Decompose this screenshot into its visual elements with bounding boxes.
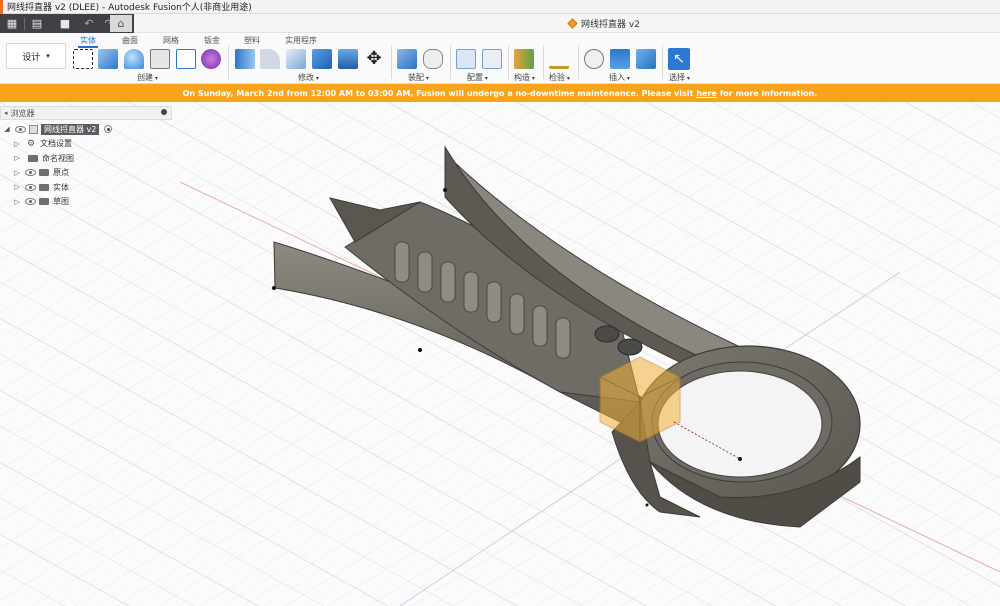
group-construct[interactable]: 构造 bbox=[514, 72, 535, 83]
insert-canvas-icon[interactable] bbox=[636, 49, 656, 69]
folder-icon bbox=[39, 169, 49, 177]
visibility-eye-icon[interactable] bbox=[25, 183, 36, 191]
notice-link[interactable]: here bbox=[696, 89, 717, 98]
insert-derive-icon[interactable] bbox=[584, 49, 604, 69]
group-modify[interactable]: 修改 bbox=[298, 72, 319, 83]
group-inspect[interactable]: 检验 bbox=[549, 72, 570, 83]
activate-radio-icon[interactable] bbox=[104, 125, 113, 134]
tab-mesh[interactable]: 网格 bbox=[163, 35, 179, 46]
tab-solid[interactable]: 实体 bbox=[78, 35, 98, 48]
separator bbox=[228, 45, 229, 79]
extrude-icon[interactable] bbox=[98, 49, 118, 69]
visibility-eye-icon[interactable] bbox=[25, 198, 36, 206]
file-icon[interactable]: ▤ bbox=[29, 16, 45, 32]
group-insert[interactable]: 插入 bbox=[609, 72, 630, 83]
chevron-down-icon: ▾ bbox=[46, 52, 50, 60]
tree-item-document-settings[interactable]: ▷ ⚙ 文档设置 bbox=[2, 137, 172, 152]
component-icon bbox=[567, 18, 578, 29]
fusion-logo-icon bbox=[0, 0, 3, 14]
document-tab-label: 网线捋直器 v2 bbox=[581, 20, 640, 30]
workspace-label: 设计 bbox=[22, 52, 41, 63]
fillet-icon[interactable] bbox=[260, 49, 280, 69]
visibility-eye-icon[interactable] bbox=[15, 125, 26, 133]
expand-triangle-icon[interactable]: ▷ bbox=[12, 140, 22, 148]
combine-icon[interactable] bbox=[338, 49, 358, 69]
window-title: 网线捋直器 v2 (DLEE) - Autodesk Fusion个人(非商业用… bbox=[7, 3, 252, 13]
tree-item-bodies[interactable]: ▷ 实体 bbox=[2, 180, 172, 195]
tree-item-sketches[interactable]: ▷ 草图 bbox=[2, 195, 172, 210]
folder-icon bbox=[39, 183, 49, 191]
tree-item-label: 命名视图 bbox=[42, 153, 74, 163]
tab-sheet-metal[interactable]: 钣金 bbox=[204, 35, 220, 46]
tab-surface[interactable]: 曲面 bbox=[122, 35, 138, 46]
tree-item-label: 文档设置 bbox=[40, 139, 72, 149]
pin-icon[interactable] bbox=[161, 109, 167, 115]
offset-plane-icon[interactable] bbox=[514, 49, 534, 69]
group-assemble[interactable]: 装配 bbox=[408, 72, 429, 83]
folder-icon bbox=[28, 154, 38, 162]
insert-mesh-icon[interactable] bbox=[610, 49, 630, 69]
group-create[interactable]: 创建 bbox=[137, 72, 158, 83]
document-tab[interactable]: 网线捋直器 v2 bbox=[567, 17, 640, 30]
expand-triangle-icon[interactable]: ▷ bbox=[12, 183, 22, 191]
title-bar: 网线捋直器 v2 (DLEE) - Autodesk Fusion个人(非商业用… bbox=[0, 0, 1000, 14]
folder-icon bbox=[39, 198, 49, 206]
select-cursor-icon[interactable]: ↖ bbox=[668, 48, 690, 70]
joint-icon[interactable] bbox=[423, 49, 443, 69]
configure-icon[interactable] bbox=[456, 49, 476, 69]
pattern-icon[interactable] bbox=[176, 49, 196, 69]
separator bbox=[543, 45, 544, 79]
separator bbox=[662, 45, 663, 79]
tree-root-label: 网线捋直器 v2 bbox=[41, 123, 100, 135]
expand-triangle-icon[interactable]: ▷ bbox=[12, 169, 22, 177]
notice-text-end: for more information. bbox=[719, 88, 818, 98]
tree-item-label: 实体 bbox=[53, 182, 69, 192]
move-icon[interactable]: ✥ bbox=[364, 49, 384, 69]
separator bbox=[508, 45, 509, 79]
tab-plastic[interactable]: 塑料 bbox=[244, 35, 260, 46]
separator bbox=[391, 45, 392, 79]
separator bbox=[450, 45, 451, 79]
create-sketch-icon[interactable] bbox=[73, 49, 93, 69]
measure-icon[interactable] bbox=[549, 55, 569, 69]
separator bbox=[578, 45, 579, 79]
tree-item-label: 原点 bbox=[53, 168, 69, 178]
press-pull-icon[interactable] bbox=[235, 49, 255, 69]
tab-utilities[interactable]: 实用程序 bbox=[285, 35, 317, 46]
group-configure[interactable]: 配置 bbox=[467, 72, 488, 83]
separator bbox=[24, 17, 25, 30]
browser-title: 浏览器 bbox=[10, 108, 35, 118]
grid-icon[interactable]: ▦ bbox=[4, 16, 20, 32]
revolve-icon[interactable] bbox=[124, 49, 144, 69]
expand-triangle-icon[interactable]: ◢ bbox=[2, 125, 12, 133]
collapse-icon[interactable]: ◂ bbox=[4, 109, 8, 117]
tree-item-label: 草图 bbox=[53, 197, 69, 207]
notice-text: On Sunday, March 2nd from 12:00 AM to 03… bbox=[182, 88, 694, 98]
chamfer-icon[interactable] bbox=[286, 49, 306, 69]
browser-tree: ◢ 网线捋直器 v2 ▷ ⚙ 文档设置 ▷ 命名视图 ▷ 原点 ▷ 实体 ▷ 草… bbox=[2, 122, 172, 209]
home-icon[interactable]: ⌂ bbox=[110, 15, 132, 32]
maintenance-notice: On Sunday, March 2nd from 12:00 AM to 03… bbox=[0, 84, 1000, 102]
configure-table-icon[interactable] bbox=[482, 49, 502, 69]
undo-icon[interactable]: ↶ bbox=[81, 16, 97, 32]
visibility-eye-icon[interactable] bbox=[25, 169, 36, 177]
form-icon[interactable] bbox=[201, 49, 221, 69]
new-component-icon[interactable] bbox=[397, 49, 417, 69]
workspace-switcher[interactable]: 设计 ▾ bbox=[6, 43, 66, 69]
save-icon[interactable]: ■ bbox=[57, 16, 73, 32]
expand-triangle-icon[interactable]: ▷ bbox=[12, 198, 22, 206]
quick-access-bar: ▦ ▤ ■ ↶ ↷ ⌂ 网线捋直器 v2 bbox=[0, 14, 1000, 33]
tree-item-origin[interactable]: ▷ 原点 bbox=[2, 166, 172, 181]
gear-icon: ⚙ bbox=[26, 138, 36, 149]
hole-icon[interactable] bbox=[150, 49, 170, 69]
shell-icon[interactable] bbox=[312, 49, 332, 69]
expand-triangle-icon[interactable]: ▷ bbox=[12, 154, 22, 162]
tree-root[interactable]: ◢ 网线捋直器 v2 bbox=[2, 122, 172, 137]
group-select[interactable]: 选择 bbox=[669, 72, 690, 83]
browser-panel-header[interactable]: ◂ 浏览器 bbox=[0, 106, 172, 120]
tree-item-named-views[interactable]: ▷ 命名视图 bbox=[2, 151, 172, 166]
document-icon bbox=[29, 124, 38, 134]
toolbar-ribbon: 设计 ▾ 实体 曲面 网格 钣金 塑料 实用程序 创建 ✥ 修改 装配 配置 构… bbox=[0, 33, 1000, 84]
